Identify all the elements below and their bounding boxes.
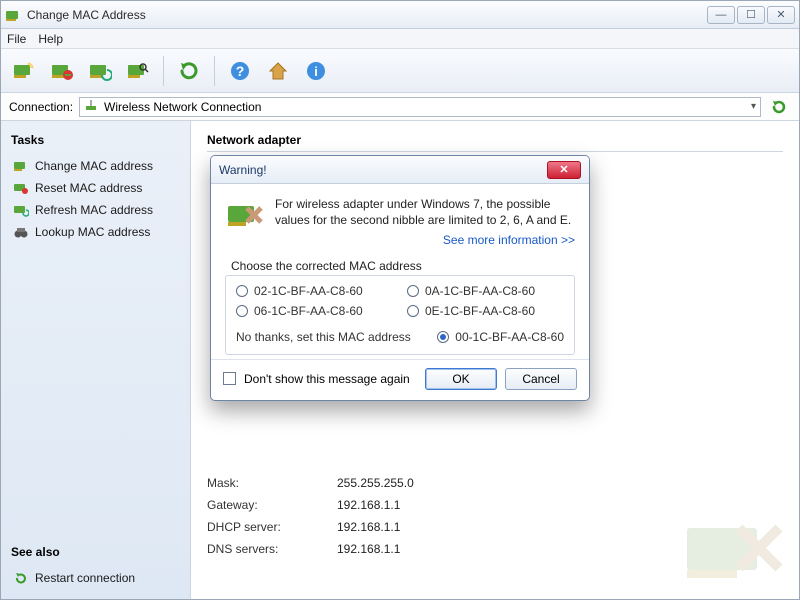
mac-option[interactable]: 02-1C-BF-AA-C8-60 [236, 284, 393, 298]
mac-option[interactable]: 0E-1C-BF-AA-C8-60 [407, 304, 564, 318]
dialog-body: For wireless adapter under Windows 7, th… [211, 184, 589, 359]
no-thanks-label: No thanks, set this MAC address [236, 330, 411, 344]
radio-icon [236, 305, 248, 317]
warning-dialog: Warning! ✕ For wireless adapter under Wi… [210, 155, 590, 401]
dialog-titlebar: Warning! ✕ [211, 156, 589, 184]
radio-icon [407, 285, 419, 297]
mac-option-label: 02-1C-BF-AA-C8-60 [254, 284, 363, 298]
mac-option[interactable]: 06-1C-BF-AA-C8-60 [236, 304, 393, 318]
dialog-close-button[interactable]: ✕ [547, 161, 581, 179]
radio-icon [437, 331, 449, 343]
modal-overlay: Warning! ✕ For wireless adapter under Wi… [0, 0, 800, 600]
cancel-button[interactable]: Cancel [505, 368, 577, 390]
dont-show-label: Don't show this message again [244, 372, 417, 386]
mac-options-group: 02-1C-BF-AA-C8-60 0A-1C-BF-AA-C8-60 06-1… [225, 275, 575, 355]
more-info-link[interactable]: See more information >> [275, 232, 575, 248]
dialog-footer: Don't show this message again OK Cancel [211, 359, 589, 400]
mac-option-label: 00-1C-BF-AA-C8-60 [455, 330, 564, 344]
mac-option-label: 06-1C-BF-AA-C8-60 [254, 304, 363, 318]
app-window: Change MAC Address — ☐ ✕ File Help ✎ ? [0, 0, 800, 600]
mac-option-nothanks[interactable]: 00-1C-BF-AA-C8-60 [437, 330, 564, 344]
radio-icon [236, 285, 248, 297]
nic-tools-icon [225, 196, 265, 236]
mac-option-label: 0A-1C-BF-AA-C8-60 [425, 284, 535, 298]
dont-show-checkbox[interactable] [223, 372, 236, 385]
group-label: Choose the corrected MAC address [225, 259, 575, 273]
mac-option-label: 0E-1C-BF-AA-C8-60 [425, 304, 535, 318]
dialog-message: For wireless adapter under Windows 7, th… [275, 196, 575, 228]
ok-button[interactable]: OK [425, 368, 497, 390]
mac-option[interactable]: 0A-1C-BF-AA-C8-60 [407, 284, 564, 298]
radio-icon [407, 305, 419, 317]
dialog-title: Warning! [219, 163, 547, 177]
